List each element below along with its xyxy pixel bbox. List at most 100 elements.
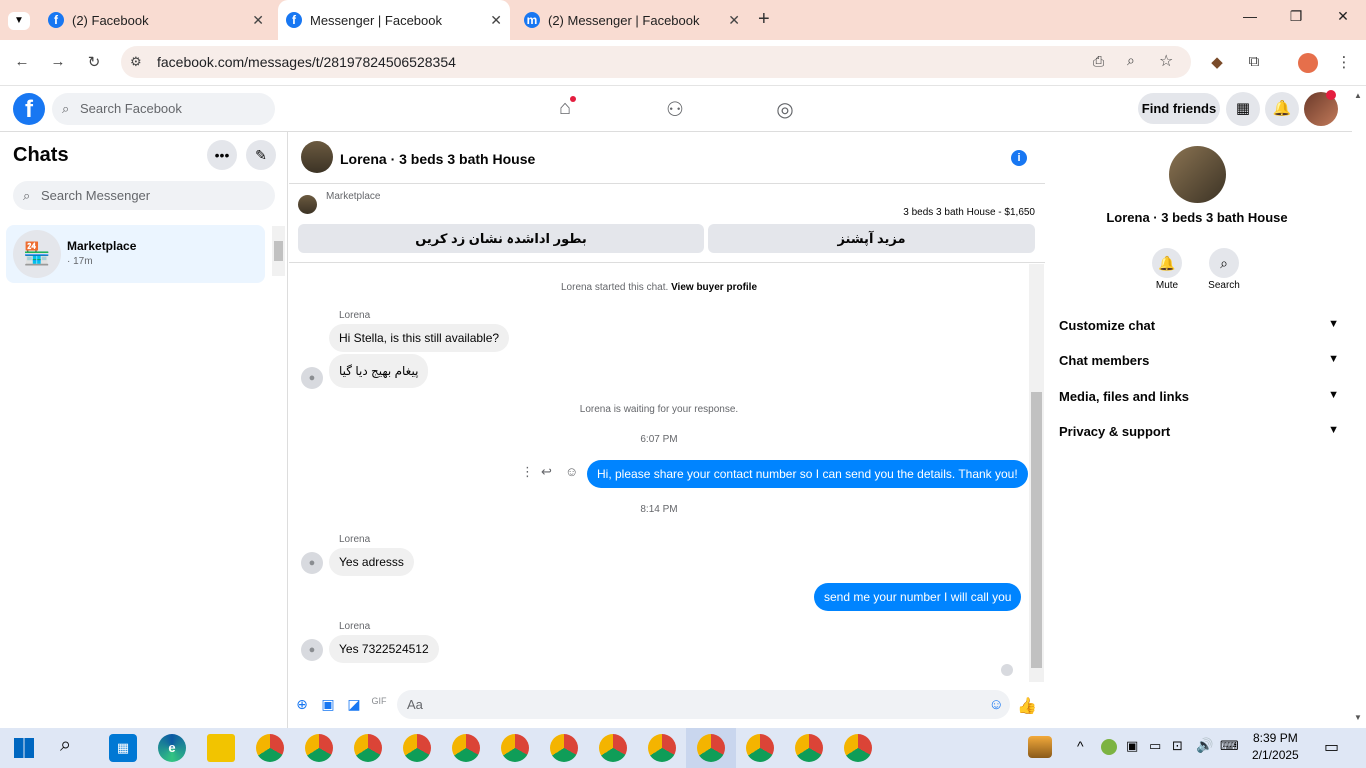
chrome-icon[interactable] — [550, 734, 578, 762]
mark-as-paid-button[interactable]: بطور اداشدہ نشان زد کریں — [298, 224, 704, 253]
chrome-icon[interactable] — [599, 734, 627, 762]
keyboard-icon[interactable]: ⌨ — [1220, 738, 1239, 754]
store-icon[interactable]: ▦ — [109, 734, 137, 762]
tray-app-icon[interactable] — [1101, 739, 1117, 755]
emoji-icon[interactable]: ☺ — [989, 690, 1004, 719]
chrome-icon[interactable] — [844, 734, 872, 762]
chrome-icon[interactable] — [256, 734, 284, 762]
search-icon[interactable]: ⌕ — [1209, 248, 1239, 278]
close-tab-icon[interactable]: ✕ — [490, 12, 502, 29]
close-tab-icon[interactable]: ✕ — [728, 12, 740, 29]
taskbar-search-icon[interactable]: ⌕ — [60, 734, 71, 757]
info-icon[interactable]: i — [1011, 150, 1027, 166]
chrome-icon[interactable] — [501, 734, 529, 762]
facebook-search-input[interactable]: ⌕ Search Facebook — [52, 93, 275, 125]
sender-avatar-icon[interactable]: ● — [301, 639, 323, 661]
profile-avatar-icon[interactable] — [1298, 53, 1318, 73]
chat-list-item-marketplace[interactable]: 🏪 Marketplace · 17m — [6, 225, 265, 283]
tab-messenger[interactable]: f Messenger | Facebook ✕ — [278, 0, 510, 40]
add-plus-icon[interactable]: ⊕ — [293, 696, 311, 713]
browser-menu-icon[interactable]: ⋮ — [1333, 53, 1355, 71]
chat-list-scrollbar[interactable] — [272, 226, 285, 276]
zoom-icon[interactable]: ⌕ — [1127, 52, 1135, 69]
facebook-logo-icon[interactable]: f — [13, 93, 45, 125]
new-message-icon[interactable]: ✎ — [246, 140, 276, 170]
groups-icon[interactable]: ◎ — [772, 97, 798, 123]
tab-search-chevron-icon[interactable]: ▼ — [8, 12, 30, 30]
conversation-title[interactable]: Lorena · 3 beds 3 bath House — [340, 151, 535, 167]
account-avatar[interactable] — [1304, 90, 1338, 126]
outgoing-message[interactable]: send me your number I will call you — [814, 583, 1022, 611]
listing-title-price[interactable]: 3 beds 3 bath House - $1,650 — [903, 207, 1035, 218]
edge-icon[interactable]: e — [158, 734, 186, 762]
like-thumb-icon[interactable]: 👍 — [1017, 696, 1037, 716]
more-options-button[interactable]: مزید آپشنز — [708, 224, 1035, 253]
extension-box-icon[interactable]: ◆ — [1206, 53, 1228, 71]
address-bar[interactable]: ⚙ facebook.com/messages/t/28197824506528… — [121, 46, 1191, 78]
chrome-icon[interactable] — [452, 734, 480, 762]
listing-thumbnail[interactable] — [298, 195, 317, 214]
find-friends-button[interactable]: Find friends — [1138, 93, 1220, 124]
tray-device-icon[interactable]: ▣ — [1126, 738, 1138, 754]
media-files-links-section[interactable]: Media, files and links ▼ — [1059, 389, 1339, 404]
sender-avatar-icon[interactable]: ● — [301, 552, 323, 574]
site-info-icon[interactable]: ⚙ — [130, 54, 142, 70]
bookmark-star-icon[interactable]: ☆ — [1159, 51, 1173, 71]
battery-icon[interactable]: ▭ — [1149, 738, 1161, 754]
window-close-icon[interactable]: ✕ — [1331, 8, 1355, 25]
outgoing-message[interactable]: Hi, please share your contact number so … — [587, 460, 1028, 488]
extensions-puzzle-icon[interactable]: ⧉ — [1243, 53, 1265, 70]
restore-icon[interactable]: ❐ — [1284, 8, 1308, 25]
reply-icon[interactable]: ↩ — [541, 464, 552, 480]
show-hidden-icons-chevron[interactable]: ^ — [1077, 738, 1084, 754]
mute-bell-icon[interactable]: 🔔 — [1152, 248, 1182, 278]
chrome-icon[interactable] — [354, 734, 382, 762]
incoming-message[interactable]: Hi Stella, is this still available? — [329, 324, 510, 352]
chat-options-icon[interactable]: ••• — [207, 140, 237, 170]
volume-icon[interactable]: 🔊 — [1196, 737, 1213, 754]
home-icon[interactable]: ⌂ — [552, 96, 578, 123]
react-emoji-icon[interactable]: ☺ — [565, 464, 578, 479]
notifications-bell-icon[interactable]: 🔔 — [1265, 92, 1299, 126]
forward-arrow-icon[interactable]: → — [47, 53, 69, 70]
chrome-icon[interactable] — [697, 734, 725, 762]
back-arrow-icon[interactable]: ← — [11, 53, 33, 70]
messenger-search-input[interactable]: ⌕ Search Messenger — [13, 181, 275, 210]
system-clock[interactable]: 8:39 PM 2/1/2025 — [1252, 730, 1299, 764]
attach-photo-icon[interactable]: ▣ — [319, 696, 337, 713]
new-tab-plus-icon[interactable]: + — [758, 8, 770, 31]
minimize-icon[interactable]: — — [1238, 8, 1262, 24]
chrome-icon[interactable] — [305, 734, 333, 762]
menu-grid-icon[interactable]: ▦ — [1226, 92, 1260, 126]
friends-icon[interactable]: ⚇ — [662, 97, 688, 123]
incoming-message[interactable]: پیغام بھیج دیا گیا — [329, 354, 429, 388]
chat-members-section[interactable]: Chat members ▼ — [1059, 353, 1339, 368]
incoming-message[interactable]: Yes 7322524512 — [329, 635, 439, 663]
start-windows-icon[interactable] — [14, 738, 34, 758]
close-tab-icon[interactable]: ✕ — [252, 12, 264, 29]
page-scrollbar[interactable]: ▲ ▼ — [1352, 87, 1366, 728]
message-scrollbar[interactable] — [1029, 264, 1044, 682]
customize-chat-section[interactable]: Customize chat ▼ — [1059, 318, 1339, 333]
sender-avatar-icon[interactable]: ● — [301, 367, 323, 389]
sticker-icon[interactable]: ◪ — [345, 696, 363, 713]
chrome-icon[interactable] — [795, 734, 823, 762]
weather-widget-icon[interactable] — [1028, 736, 1052, 758]
incoming-message[interactable]: Yes adresss — [329, 548, 414, 576]
chrome-icon[interactable] — [403, 734, 431, 762]
listing-avatar-large[interactable] — [1169, 146, 1226, 203]
listing-avatar[interactable] — [301, 141, 333, 173]
privacy-support-section[interactable]: Privacy & support ▼ — [1059, 424, 1339, 439]
message-input[interactable]: Aa ☺ — [397, 690, 1010, 719]
gif-icon[interactable]: GIF — [370, 696, 388, 706]
chrome-icon[interactable] — [746, 734, 774, 762]
file-explorer-icon[interactable] — [207, 734, 235, 762]
notification-center-icon[interactable]: ▭ — [1324, 737, 1339, 757]
install-app-icon[interactable]: ⎙ — [1093, 53, 1104, 70]
network-icon[interactable]: ⊡ — [1172, 738, 1183, 754]
message-more-icon[interactable]: ⋮ — [521, 464, 534, 480]
tab-facebook[interactable]: f (2) Facebook ✕ — [40, 0, 272, 40]
tab-messenger-2[interactable]: m (2) Messenger | Facebook ✕ — [516, 0, 748, 40]
chrome-icon[interactable] — [648, 734, 676, 762]
view-buyer-profile-link[interactable]: View buyer profile — [671, 282, 757, 293]
